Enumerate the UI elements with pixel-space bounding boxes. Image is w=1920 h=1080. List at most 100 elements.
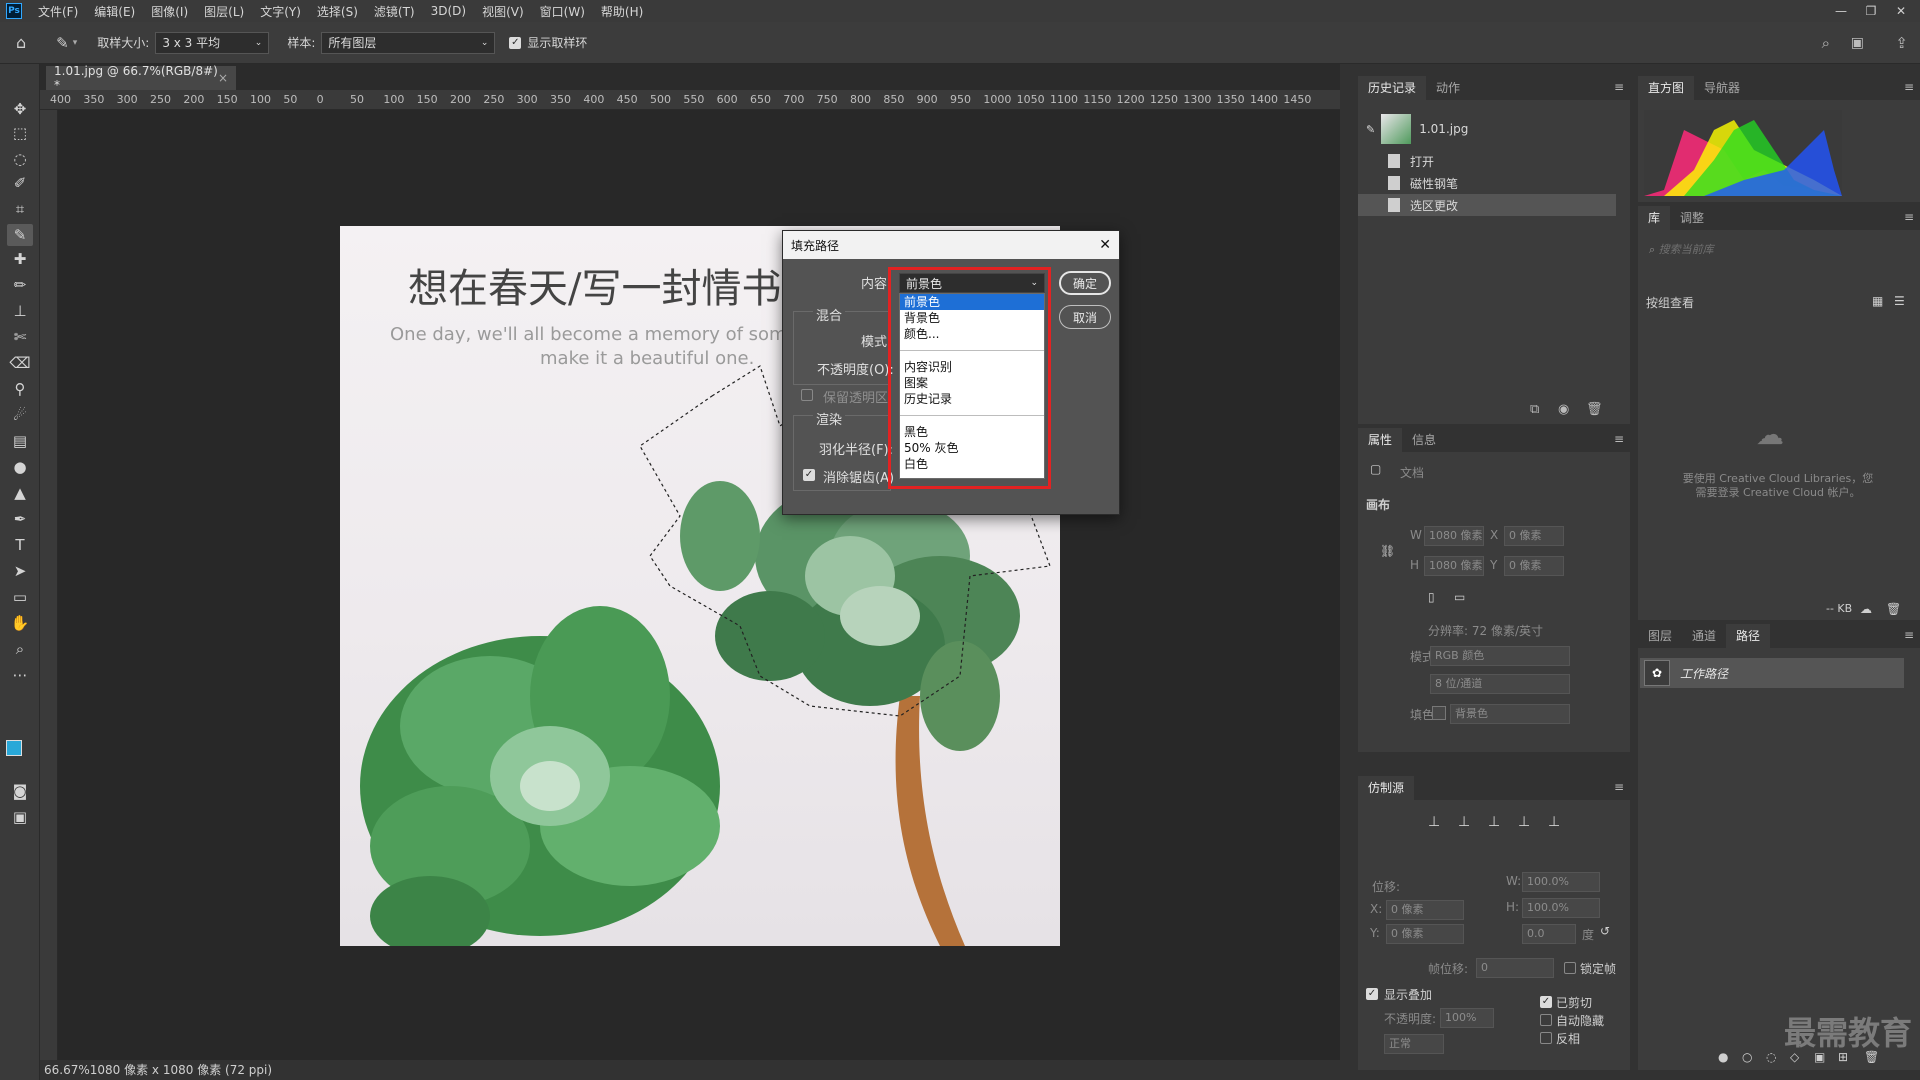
menu-window[interactable]: 窗口(W) bbox=[532, 3, 593, 20]
tab-histogram[interactable]: 直方图 bbox=[1638, 76, 1695, 100]
close-tab-icon[interactable]: × bbox=[218, 71, 228, 85]
foreground-color-swatch[interactable] bbox=[6, 740, 22, 756]
library-select[interactable] bbox=[1644, 266, 1914, 286]
healing-brush-tool-icon[interactable]: ✚ bbox=[7, 248, 33, 270]
stroke-path-icon[interactable]: ○ bbox=[1742, 1050, 1752, 1064]
quick-mask-icon[interactable]: ◙ bbox=[7, 780, 33, 802]
color-mode-select[interactable]: RGB 颜色 bbox=[1430, 646, 1570, 666]
clone-tool-icon[interactable]: ⚲ bbox=[7, 378, 33, 400]
trash-icon[interactable]: 🗑 bbox=[1886, 602, 1901, 616]
panel-menu-icon[interactable]: ≡ bbox=[1614, 780, 1624, 794]
tab-adjustments[interactable]: 调整 bbox=[1670, 206, 1714, 230]
reset-transform-icon[interactable]: ↺ bbox=[1600, 924, 1610, 938]
marquee-tool-icon[interactable]: ⬚ bbox=[7, 122, 33, 144]
blur-tool-icon[interactable]: ● bbox=[7, 456, 33, 478]
tab-libraries[interactable]: 库 bbox=[1638, 206, 1671, 230]
cloud-sync-icon[interactable]: ☁ bbox=[1860, 602, 1872, 616]
ok-button[interactable]: 确定 bbox=[1059, 271, 1111, 295]
fill-path-icon[interactable]: ● bbox=[1718, 1050, 1728, 1064]
panel-menu-icon[interactable]: ≡ bbox=[1904, 80, 1914, 94]
tab-paths[interactable]: 路径 bbox=[1726, 624, 1771, 648]
move-tool-icon[interactable]: ✥ bbox=[7, 98, 33, 120]
path-select-tool-icon[interactable]: ➤ bbox=[7, 560, 33, 582]
lasso-tool-icon[interactable]: ◌ bbox=[7, 148, 33, 170]
tab-navigator[interactable]: 导航器 bbox=[1694, 76, 1750, 100]
load-selection-icon[interactable]: ◌ bbox=[1766, 1050, 1776, 1064]
gradient-tool-icon[interactable]: ▤ bbox=[7, 430, 33, 452]
quick-select-tool-icon[interactable]: ✐ bbox=[7, 172, 33, 194]
tab-info[interactable]: 信息 bbox=[1402, 428, 1446, 452]
tab-actions[interactable]: 动作 bbox=[1426, 76, 1470, 100]
eyedropper-icon[interactable]: ✎ bbox=[56, 34, 69, 52]
restore-button[interactable]: ❐ bbox=[1856, 0, 1886, 22]
menu-file[interactable]: 文件(F) bbox=[30, 3, 86, 20]
cancel-button[interactable]: 取消 bbox=[1059, 305, 1111, 329]
canvas-height-field[interactable]: 1080 像素 bbox=[1424, 556, 1484, 576]
history-brush-tool-icon[interactable]: ✄ bbox=[7, 326, 33, 348]
brush-tool-icon[interactable]: ✏ bbox=[7, 274, 33, 296]
camera-icon[interactable]: ◉ bbox=[1558, 402, 1569, 417]
link-icon[interactable]: ⛓ bbox=[1380, 544, 1395, 558]
overlay-mode-select[interactable]: 正常 bbox=[1384, 1034, 1444, 1054]
tab-history[interactable]: 历史记录 bbox=[1358, 76, 1427, 100]
scale-h-field[interactable]: 100.0% bbox=[1522, 898, 1600, 918]
panel-menu-icon[interactable]: ≡ bbox=[1904, 628, 1914, 642]
eyedropper-tool-icon[interactable]: ✎ bbox=[7, 224, 33, 246]
lock-frame-checkbox[interactable] bbox=[1564, 962, 1576, 974]
sample-select[interactable]: 所有图层 ⌄ bbox=[321, 31, 496, 54]
workspace-icon[interactable]: ▣ bbox=[1851, 35, 1864, 51]
menu-select[interactable]: 选择(S) bbox=[309, 3, 366, 20]
zoom-tool-icon[interactable]: ⌕ bbox=[7, 638, 33, 660]
search-icon[interactable]: ⌕ bbox=[1822, 34, 1830, 52]
screen-mode-icon[interactable]: ▣ bbox=[7, 806, 33, 828]
invert-checkbox[interactable] bbox=[1540, 1032, 1552, 1044]
clone-source-3-icon[interactable]: ⊥ bbox=[1488, 814, 1500, 830]
tab-channels[interactable]: 通道 bbox=[1682, 624, 1726, 648]
overlay-opacity-field[interactable]: 100% bbox=[1440, 1008, 1494, 1028]
history-item[interactable]: 打开 bbox=[1358, 150, 1616, 172]
canvas-y-field[interactable]: 0 像素 bbox=[1504, 556, 1564, 576]
menu-type[interactable]: 文字(Y) bbox=[252, 3, 309, 20]
view-by-group-select[interactable]: 按组查看 bbox=[1646, 294, 1694, 311]
history-snapshot[interactable]: ✎ 1.01.jpg bbox=[1358, 112, 1616, 146]
antialias-checkbox[interactable]: ✓ bbox=[803, 469, 815, 481]
smudge-tool-icon[interactable]: ☄ bbox=[7, 404, 33, 426]
offset-y-field[interactable]: 0 像素 bbox=[1386, 924, 1464, 944]
sample-size-select[interactable]: 3 x 3 平均 ⌄ bbox=[155, 31, 270, 54]
history-brush-source-icon[interactable]: ✎ bbox=[1366, 123, 1375, 136]
stamp-tool-icon[interactable]: ⊥ bbox=[7, 300, 33, 322]
new-document-from-state-icon[interactable]: ⧉ bbox=[1530, 402, 1539, 417]
tool-preset-dropdown-icon[interactable]: ▾ bbox=[73, 38, 78, 48]
clone-source-4-icon[interactable]: ⊥ bbox=[1518, 814, 1530, 830]
rotation-field[interactable]: 0.0 bbox=[1522, 924, 1576, 944]
more-tools-icon[interactable]: ⋯ bbox=[7, 664, 33, 686]
menu-3d[interactable]: 3D(D) bbox=[423, 4, 474, 18]
clone-source-1-icon[interactable]: ⊥ bbox=[1428, 814, 1440, 830]
close-icon[interactable]: ✕ bbox=[1099, 237, 1111, 253]
library-search-input[interactable]: ⌕ 搜索当前库 bbox=[1644, 240, 1914, 260]
history-item[interactable]: 选区更改 bbox=[1358, 194, 1616, 216]
home-icon[interactable]: ⌂ bbox=[16, 33, 26, 52]
canvas-width-field[interactable]: 1080 像素 bbox=[1424, 526, 1484, 546]
offset-x-field[interactable]: 0 像素 bbox=[1386, 900, 1464, 920]
history-item[interactable]: 磁性钢笔 bbox=[1358, 172, 1616, 194]
fill-select[interactable]: 背景色 bbox=[1450, 704, 1570, 724]
trash-icon[interactable]: 🗑 bbox=[1586, 402, 1603, 417]
menu-filter[interactable]: 滤镜(T) bbox=[366, 3, 423, 20]
panel-menu-icon[interactable]: ≡ bbox=[1614, 432, 1624, 446]
clone-source-5-icon[interactable]: ⊥ bbox=[1548, 814, 1560, 830]
menu-edit[interactable]: 编辑(E) bbox=[86, 3, 143, 20]
show-ring-checkbox[interactable]: ✓ bbox=[509, 36, 522, 49]
panel-menu-icon[interactable]: ≡ bbox=[1614, 80, 1624, 94]
landscape-icon[interactable]: ▭ bbox=[1454, 590, 1465, 604]
scale-w-field[interactable]: 100.0% bbox=[1522, 872, 1600, 892]
canvas-section-label[interactable]: 画布 bbox=[1366, 496, 1390, 513]
list-view-icon[interactable]: ☰ bbox=[1894, 294, 1905, 308]
shape-tool-icon[interactable]: ▭ bbox=[7, 586, 33, 608]
clipped-checkbox[interactable]: ✓ bbox=[1540, 996, 1552, 1008]
share-icon[interactable]: ⇪ bbox=[1895, 34, 1908, 52]
menu-view[interactable]: 视图(V) bbox=[474, 3, 532, 20]
eraser-tool-icon[interactable]: ⌫ bbox=[7, 352, 33, 374]
work-path-row[interactable]: ✿ 工作路径 bbox=[1640, 658, 1904, 688]
tab-clone-source[interactable]: 仿制源 bbox=[1358, 776, 1415, 800]
